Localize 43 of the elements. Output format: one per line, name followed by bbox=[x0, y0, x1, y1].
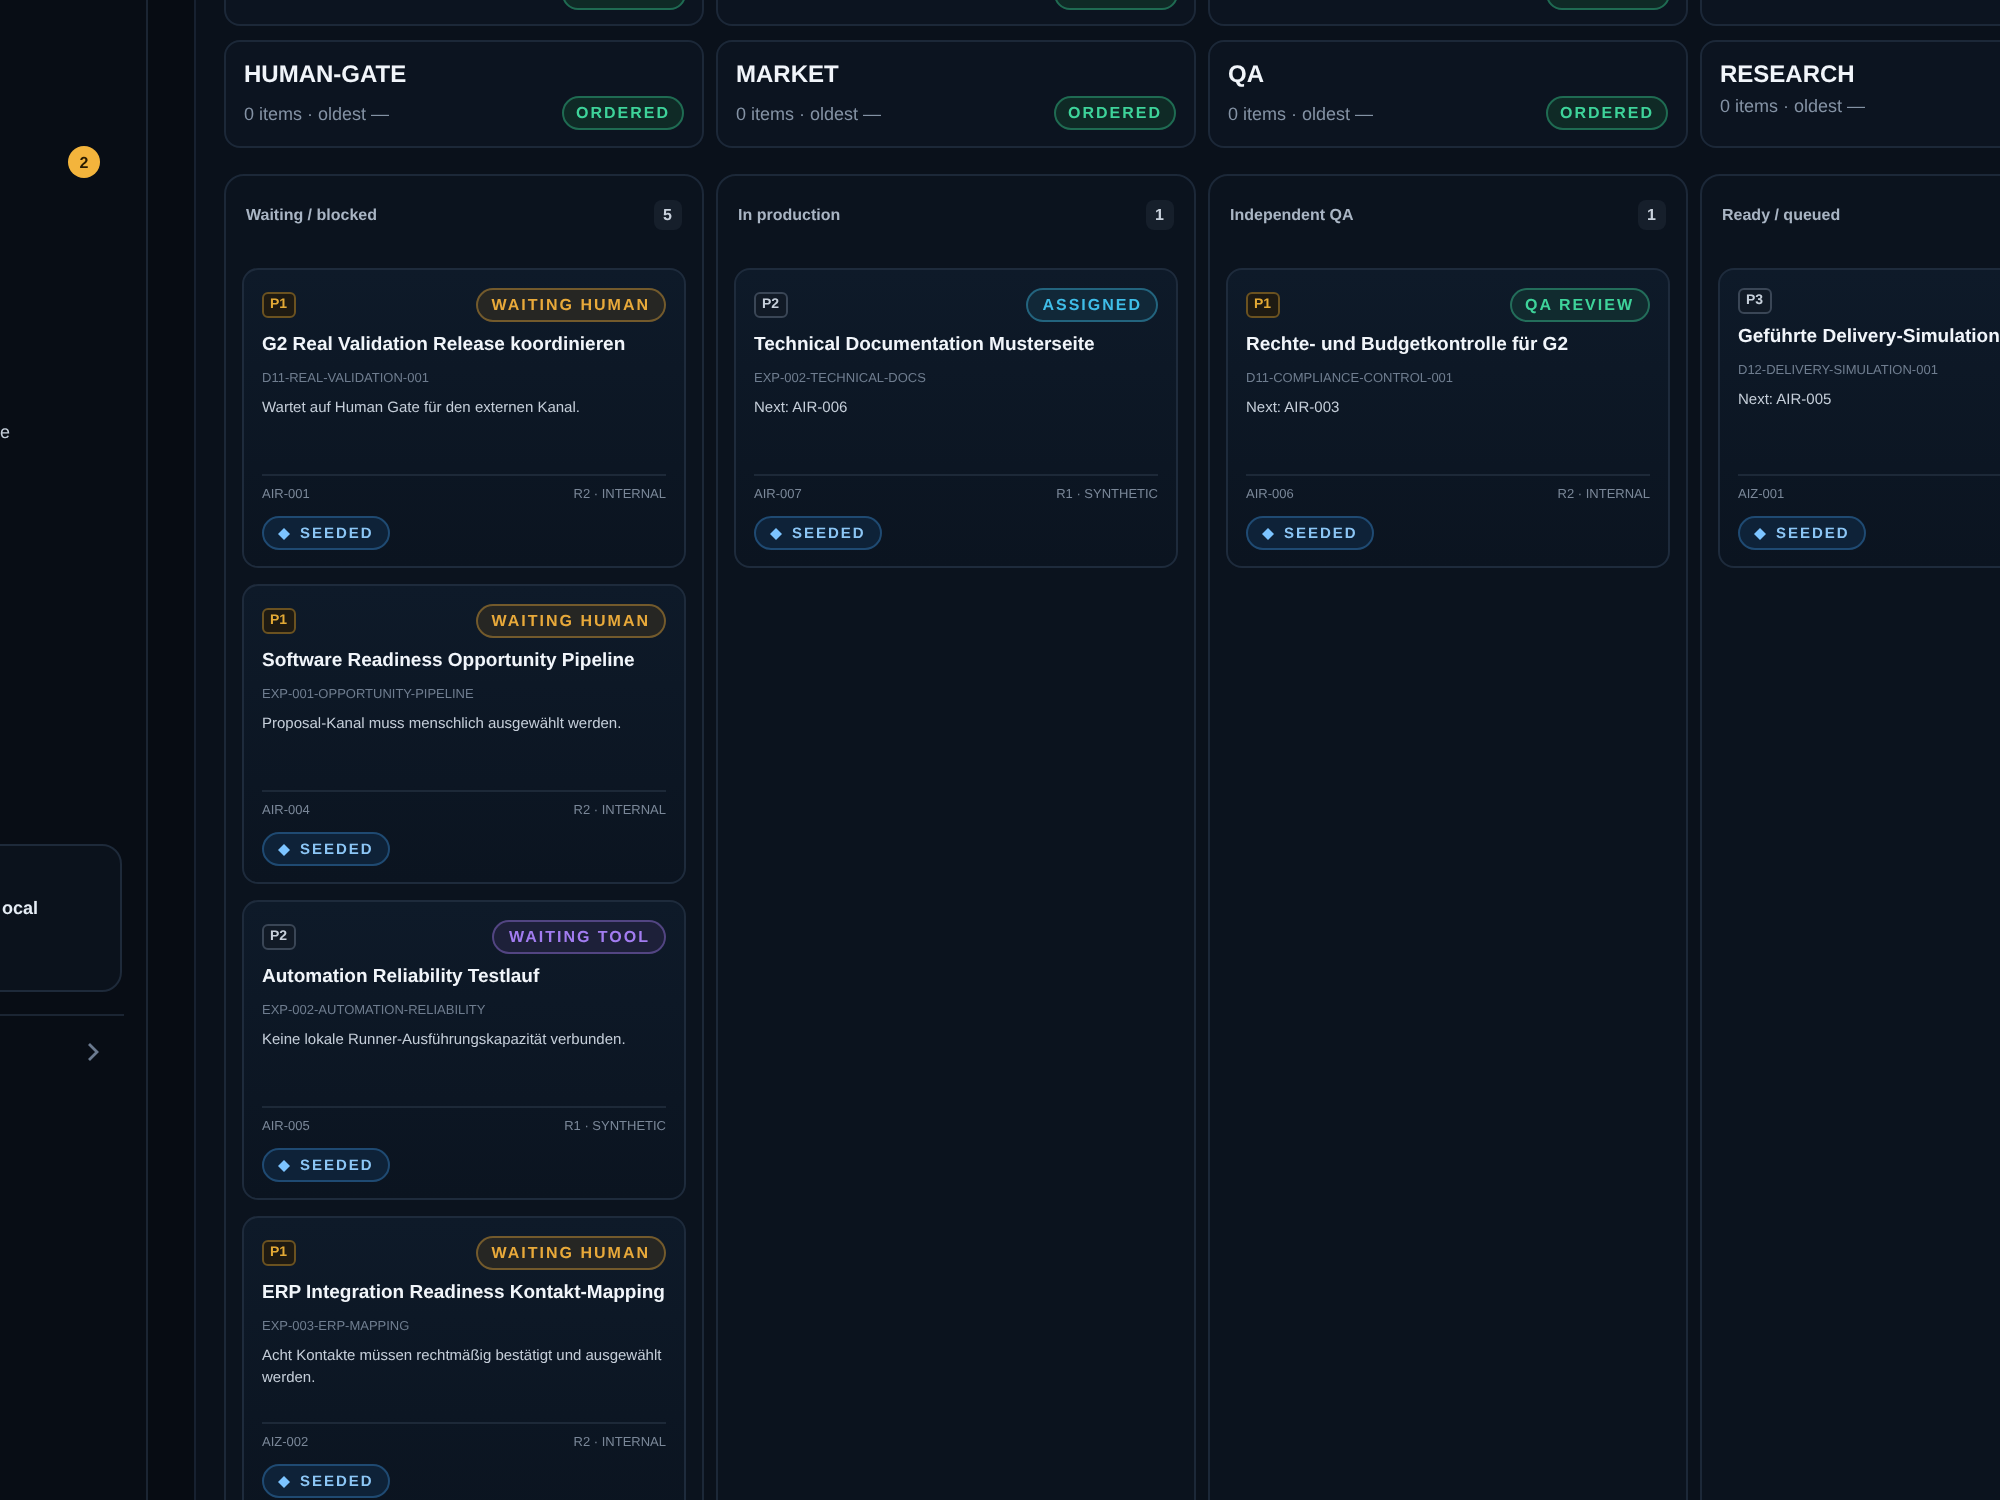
chevron-right-icon[interactable] bbox=[86, 1042, 100, 1062]
group-subtitle: 0 items · oldest — bbox=[1228, 103, 1374, 123]
group-subtitle: 0 items · oldest — bbox=[736, 103, 882, 123]
card-title: Technical Documentation Musterseite bbox=[754, 334, 1095, 356]
status-pill: WAITING HUMAN bbox=[475, 1236, 666, 1270]
group-title: MARKET bbox=[736, 60, 841, 88]
card-title: Software Readiness Opportunity Pipeline bbox=[262, 650, 635, 672]
nav-item[interactable]: e bbox=[0, 422, 11, 442]
status-pill: WAITING HUMAN bbox=[475, 288, 666, 322]
lane-title: Independent QA bbox=[1230, 205, 1354, 223]
count-badge: 1 bbox=[1145, 199, 1174, 229]
status-pill: WAITING TOOL bbox=[492, 920, 666, 954]
ordered-badge: ORDERED bbox=[1053, 96, 1176, 130]
card-title: Automation Reliability Testlauf bbox=[262, 966, 540, 988]
status-pill: ASSIGNED bbox=[1026, 288, 1158, 322]
group-title: QA bbox=[1228, 60, 1266, 88]
diamond-icon bbox=[278, 527, 290, 539]
count-badge: 5 bbox=[653, 199, 682, 229]
lane-title: Ready / queued bbox=[1722, 205, 1841, 223]
sidebar-card[interactable]: ocal bbox=[0, 844, 122, 992]
diamond-icon bbox=[278, 1159, 290, 1171]
diamond-icon bbox=[1754, 527, 1766, 539]
diamond-icon bbox=[278, 1475, 290, 1487]
group-subtitle: 0 items · oldest — bbox=[1720, 96, 1866, 116]
lane-title: Waiting / blocked bbox=[246, 205, 377, 223]
status-pill: WAITING HUMAN bbox=[475, 604, 666, 638]
card-title: Geführte Delivery-Simulation bbox=[1738, 326, 2000, 348]
group-title: HUMAN-GATE bbox=[244, 60, 409, 88]
count-badge: 1 bbox=[1637, 199, 1666, 229]
diamond-icon bbox=[770, 527, 782, 539]
ordered-badge: ORDERED bbox=[1545, 96, 1668, 130]
group-title: RESEARCH bbox=[1720, 60, 1857, 88]
diamond-icon bbox=[278, 843, 290, 855]
ordered-badge: ORDERED bbox=[561, 96, 684, 130]
card-title: ocal bbox=[2, 898, 39, 918]
card-title: ERP Integration Readiness Kontakt-Mapping bbox=[262, 1282, 665, 1304]
card-title: G2 Real Validation Release koordinieren bbox=[262, 334, 626, 356]
lane-title: In production bbox=[738, 205, 841, 223]
group-subtitle: 0 items · oldest — bbox=[244, 103, 390, 123]
diamond-icon bbox=[1262, 527, 1274, 539]
card-title: Rechte- und Budgetkontrolle für G2 bbox=[1246, 334, 1568, 356]
count-badge: 2 bbox=[68, 146, 100, 178]
status-pill: QA REVIEW bbox=[1509, 288, 1650, 322]
